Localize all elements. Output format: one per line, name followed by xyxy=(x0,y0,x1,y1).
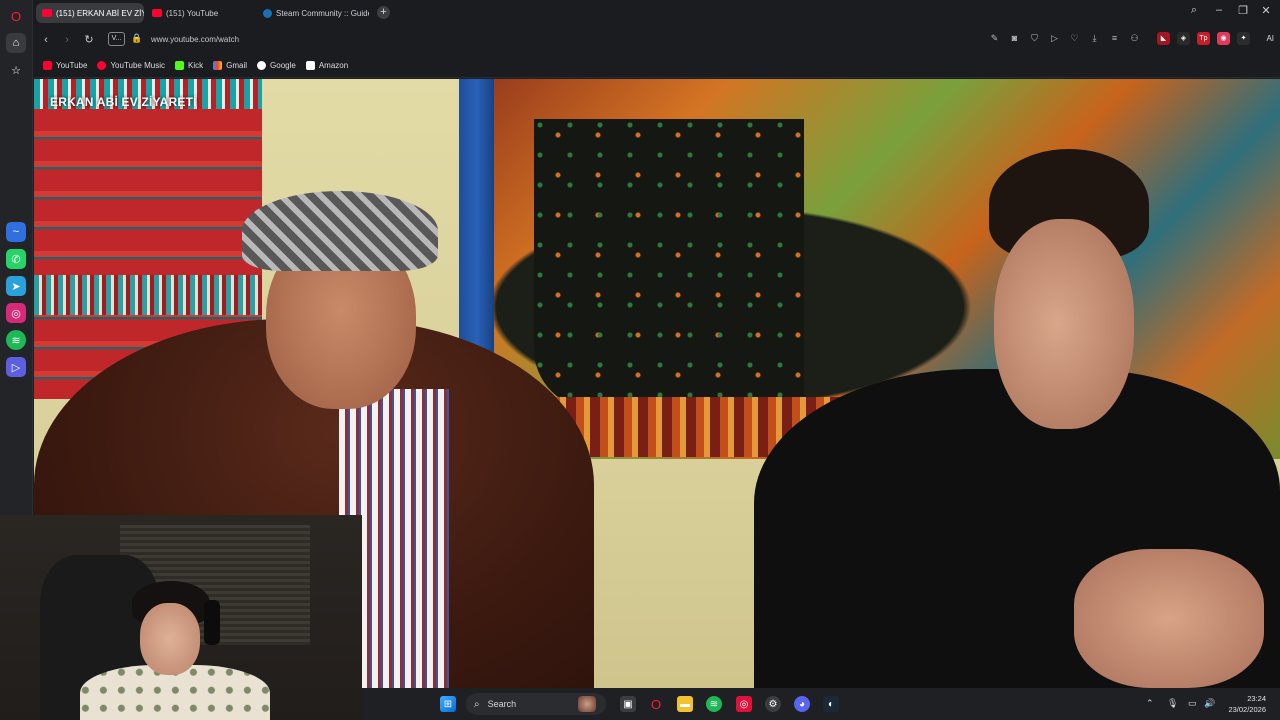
bookmark-google[interactable]: Google xyxy=(257,61,296,70)
discord-icon[interactable]: ◕ xyxy=(794,696,810,712)
bookmark-amazon[interactable]: Amazon xyxy=(305,61,349,70)
address-tools: ✎ ◙ ⛉ ▷ ♡ ⤓ ≡ ⚇ xyxy=(989,33,1140,44)
extension-icons: ◣ ◈ Tp ◉ ✦ xyxy=(1157,32,1250,45)
tab-youtube[interactable]: (151) YouTube xyxy=(146,3,252,23)
extension-mask-icon[interactable]: ◈ xyxy=(1177,32,1190,45)
bookmark-label: Gmail xyxy=(226,61,248,70)
download-icon[interactable]: ⤓ xyxy=(1089,33,1100,44)
extension-puzzle-icon[interactable]: ✦ xyxy=(1237,32,1250,45)
taskbar-search[interactable]: ⌕ Search xyxy=(466,693,606,715)
play-icon[interactable]: ▷ xyxy=(1049,33,1060,44)
url-field[interactable]: www.youtube.com/watch xyxy=(151,35,239,44)
task-view-icon[interactable]: ▣ xyxy=(620,696,636,712)
youtube-icon xyxy=(43,61,52,70)
gmail-icon xyxy=(213,61,223,70)
bookmark-youtube-music[interactable]: YouTube Music xyxy=(97,61,165,70)
spotify-icon[interactable]: ≋ xyxy=(6,330,26,350)
ai-button[interactable]: AI xyxy=(1266,34,1274,43)
google-icon xyxy=(257,61,267,70)
video-tapestry-pattern xyxy=(534,119,804,409)
back-icon[interactable]: ‹ xyxy=(39,33,53,47)
file-explorer-icon[interactable]: ▬ xyxy=(677,696,693,712)
video-rug-stripes xyxy=(34,275,262,315)
maximize-icon[interactable]: ❐ xyxy=(1234,4,1252,17)
volume-icon[interactable]: 🔊 xyxy=(1204,698,1215,709)
reload-icon[interactable]: ↻ xyxy=(82,33,96,47)
extension-pink-icon[interactable]: ◉ xyxy=(1217,32,1230,45)
bookmark-label: Amazon xyxy=(318,61,349,70)
spotify-taskbar-icon[interactable]: ≋ xyxy=(706,696,722,712)
tab-strip: (151) ERKAN ABİ EV ZİYARETİ (151) YouTub… xyxy=(33,0,1280,26)
extension-red-icon[interactable]: ◣ xyxy=(1157,32,1170,45)
bookmarks-bar: YouTube YouTube Music Kick Gmail Google … xyxy=(33,54,1280,78)
youtube-icon xyxy=(42,9,52,17)
bookmark-label: YouTube Music xyxy=(110,61,165,70)
bookmark-youtube[interactable]: YouTube xyxy=(43,61,87,70)
opera-logo-icon[interactable]: O xyxy=(6,6,26,26)
opera-gx-icon[interactable]: ◎ xyxy=(736,696,752,712)
webcam-headphones xyxy=(204,600,220,645)
clock-date: 23/02/2026 xyxy=(1228,705,1266,714)
vpn-badge[interactable]: V... xyxy=(108,32,125,46)
windows-start-icon[interactable]: ⊞ xyxy=(440,696,456,712)
search-icon: ⌕ xyxy=(474,698,480,710)
kick-icon xyxy=(175,61,184,70)
camera-icon[interactable]: ◙ xyxy=(1009,33,1020,44)
steam-taskbar-icon[interactable]: ◐ xyxy=(823,696,839,712)
extension-tp-icon[interactable]: Tp xyxy=(1197,32,1210,45)
bookmark-label: Google xyxy=(270,61,296,70)
search-highlight-icon xyxy=(578,696,596,712)
close-icon[interactable]: ✕ xyxy=(1257,4,1275,17)
tab-steam-guide[interactable]: Steam Community :: Guide xyxy=(257,3,369,23)
address-bar-row: ‹ › ↻ V... 🔒 www.youtube.com/watch ✎ ◙ ⛉… xyxy=(33,26,1280,54)
star-icon[interactable]: ☆ xyxy=(6,60,26,80)
video-arm-right xyxy=(1074,549,1264,688)
shield-icon[interactable]: ⛉ xyxy=(1029,33,1040,44)
edit-icon[interactable]: ✎ xyxy=(989,33,1000,44)
telegram-icon[interactable]: ➤ xyxy=(6,276,26,296)
opera-taskbar-icon[interactable]: O xyxy=(648,696,664,712)
bookmark-label: Kick xyxy=(188,61,204,70)
youtube-music-icon xyxy=(97,61,107,70)
tray-chevron-icon[interactable]: ⌃ xyxy=(1146,698,1154,709)
youtube-icon xyxy=(152,9,162,17)
webcam-overlay xyxy=(0,515,362,720)
minimize-icon[interactable]: – xyxy=(1210,4,1228,16)
instagram-icon[interactable]: ◎ xyxy=(6,303,26,323)
menu-icon[interactable]: ≡ xyxy=(1109,33,1120,44)
lock-icon[interactable]: 🔒 xyxy=(131,33,142,44)
new-tab-button[interactable]: + xyxy=(377,6,390,19)
forward-icon[interactable]: › xyxy=(60,33,74,47)
video-title-overlay: ERKAN ABİ EV ZİYARETİ xyxy=(50,95,197,109)
video-flat-cap xyxy=(242,191,438,271)
search-label: Search xyxy=(487,699,517,709)
ai-label: AI xyxy=(1266,34,1274,43)
search-tabs-icon[interactable]: ⌕ xyxy=(1185,4,1203,17)
tab-label: (151) YouTube xyxy=(166,8,219,18)
taskbar-clock[interactable]: 23:24 23/02/2026 xyxy=(1228,693,1266,715)
amazon-icon xyxy=(305,61,315,70)
video-face-right xyxy=(994,219,1134,429)
whatsapp-icon[interactable]: ✆ xyxy=(6,249,26,269)
bookmark-gmail[interactable]: Gmail xyxy=(213,61,247,70)
network-icon[interactable]: ▭ xyxy=(1188,698,1197,709)
messenger-icon[interactable]: ~ xyxy=(6,222,26,242)
tab-label: Steam Community :: Guide xyxy=(276,8,369,18)
screen: O ⌂ ☆ ~ ✆ ➤ ◎ ≋ ▷ (151) ERKAN ABİ EV ZİY… xyxy=(0,0,1280,720)
steam-icon xyxy=(263,8,272,18)
clock-time: 23:24 xyxy=(1247,694,1266,703)
profile-icon[interactable]: ⚇ xyxy=(1129,33,1140,44)
bookmark-label: YouTube xyxy=(56,61,88,70)
microphone-icon[interactable]: 🎙 xyxy=(1167,698,1178,709)
home-icon[interactable]: ⌂ xyxy=(6,33,26,53)
settings-icon[interactable]: ⚙ xyxy=(765,696,781,712)
windows-taskbar: ⊞ ⌕ Search ▣ O ▬ ≋ ◎ ⚙ ◕ ◐ ⌃ 🎙 ▭ 🔊 23:24… xyxy=(362,688,1280,720)
heart-icon[interactable]: ♡ xyxy=(1069,33,1080,44)
tab-erkan-video[interactable]: (151) ERKAN ABİ EV ZİYARETİ xyxy=(36,3,144,23)
tab-label: (151) ERKAN ABİ EV ZİYARETİ xyxy=(56,8,144,18)
webcam-streamer-face xyxy=(140,603,200,675)
bookmark-kick[interactable]: Kick xyxy=(175,61,203,70)
player-icon[interactable]: ▷ xyxy=(6,357,26,377)
